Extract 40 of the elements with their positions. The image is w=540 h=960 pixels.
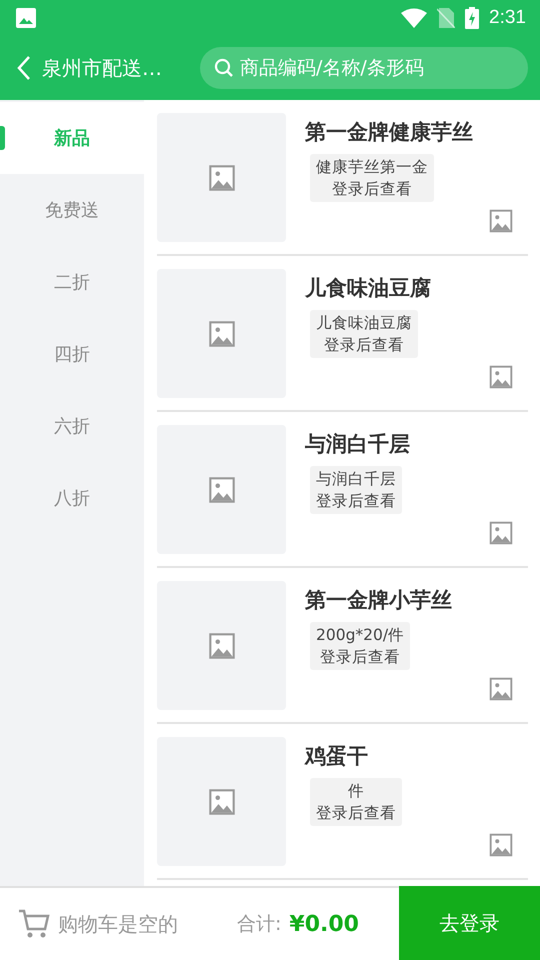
price-note: 登录后查看 [324,335,404,356]
battery-icon [465,7,480,29]
product-name: 第一金牌小芋丝 [305,587,452,614]
category-tab[interactable]: 新品 [0,102,144,174]
category-tab[interactable]: 八折 [0,462,144,534]
product-image[interactable] [157,737,286,866]
product-spec: 件 [348,781,364,802]
back-icon[interactable] [16,55,32,81]
total-label: 合计: [237,912,282,937]
no-sim-icon [437,8,456,28]
category-tab[interactable]: 二折 [0,246,144,318]
cart-status: 购物车是空的 [58,910,178,938]
product-image[interactable] [157,425,286,554]
price-note: 登录后查看 [316,803,396,824]
product-image[interactable] [157,581,286,710]
product-name: 儿食味油豆腐 [305,275,431,302]
product-spec: 健康芋丝第一金 [316,157,428,178]
wifi-icon [401,8,428,28]
price-note: 登录后查看 [316,491,396,512]
category-tab[interactable]: 四折 [0,318,144,390]
total-price: ¥0.00 [289,912,359,936]
gallery-icon [16,8,36,28]
clock-time: 2:31 [489,7,526,29]
product-name: 第一金牌健康芋丝 [305,119,473,146]
product-name: 鸡蛋干 [305,743,368,770]
cart-icon[interactable] [18,909,50,939]
selected-indicator [0,126,5,150]
login-button[interactable]: 去登录 [399,886,540,960]
category-tab[interactable]: 六折 [0,390,144,462]
search-icon [214,58,234,78]
header-title: 泉州市配送… [42,54,163,82]
product-spec: 与润白千层 [316,469,396,490]
price-note: 登录后查看 [320,647,400,668]
product-spec: 儿食味油豆腐 [316,313,412,334]
product-image[interactable] [157,269,286,398]
price-note: 登录后查看 [332,179,412,200]
category-tab[interactable]: 免费送 [0,174,144,246]
product-image[interactable] [157,113,286,242]
product-spec: 200g*20/件 [316,625,404,646]
product-name: 与润白千层 [305,431,410,458]
